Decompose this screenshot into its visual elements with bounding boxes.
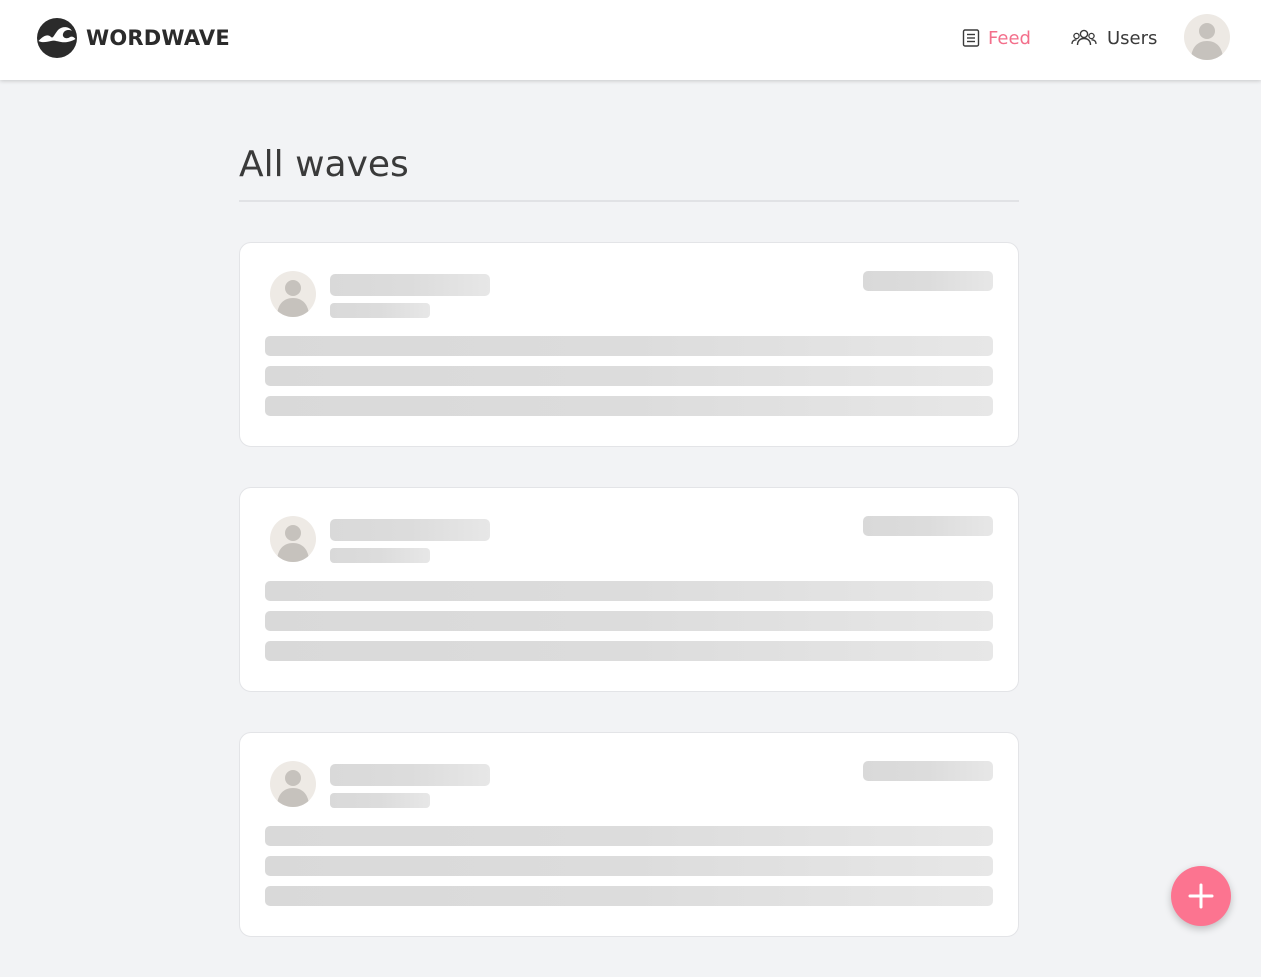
avatar-placeholder-icon — [270, 761, 316, 807]
avatar-placeholder-icon — [270, 271, 316, 317]
user-avatar-icon — [1191, 23, 1223, 60]
new-wave-button[interactable] — [1171, 866, 1231, 926]
brand-name: WORDWAVE — [86, 26, 230, 50]
skeleton-text-line — [265, 826, 993, 846]
main-content: All waves — [239, 80, 1019, 977]
skeleton-text-line — [265, 581, 993, 601]
user-silhouette-icon — [277, 280, 309, 317]
wave-card-skeleton — [239, 732, 1019, 937]
skeleton-author-handle — [330, 793, 430, 808]
skeleton-text-line — [265, 611, 993, 631]
skeleton-text-line — [265, 336, 993, 356]
brand-home-link[interactable]: WORDWAVE — [36, 16, 230, 60]
feed-icon — [962, 29, 980, 47]
skeleton-text-line — [265, 856, 993, 876]
main-nav: Feed Users — [962, 23, 1157, 53]
page-title: All waves — [239, 144, 409, 185]
skeleton-author-name — [330, 274, 490, 296]
wave-card-skeleton — [239, 487, 1019, 692]
wave-feed — [239, 242, 1019, 937]
nav-link-users-label: Users — [1106, 27, 1158, 49]
skeleton-date — [863, 516, 993, 536]
skeleton-author-name — [330, 764, 490, 786]
skeleton-author-handle — [330, 548, 430, 563]
skeleton-text-line — [265, 366, 993, 386]
wave-card-skeleton — [239, 242, 1019, 447]
skeleton-date — [863, 271, 993, 291]
nav-link-feed[interactable]: Feed — [962, 23, 1031, 53]
skeleton-author-handle — [330, 303, 430, 318]
skeleton-text-line — [265, 641, 993, 661]
avatar-placeholder-icon — [270, 516, 316, 562]
user-silhouette-icon — [277, 770, 309, 807]
users-icon — [1071, 29, 1097, 46]
top-navbar: WORDWAVE Feed Users — [0, 0, 1261, 80]
nav-link-users[interactable]: Users — [1071, 23, 1157, 53]
user-avatar-button[interactable] — [1184, 14, 1230, 60]
skeleton-date — [863, 761, 993, 781]
plus-icon — [1188, 883, 1214, 909]
user-silhouette-icon — [277, 525, 309, 562]
title-divider — [239, 200, 1019, 202]
nav-link-feed-label: Feed — [988, 27, 1031, 49]
skeleton-text-line — [265, 886, 993, 906]
skeleton-author-name — [330, 519, 490, 541]
skeleton-text-line — [265, 396, 993, 416]
wave-logo-icon — [37, 18, 77, 58]
